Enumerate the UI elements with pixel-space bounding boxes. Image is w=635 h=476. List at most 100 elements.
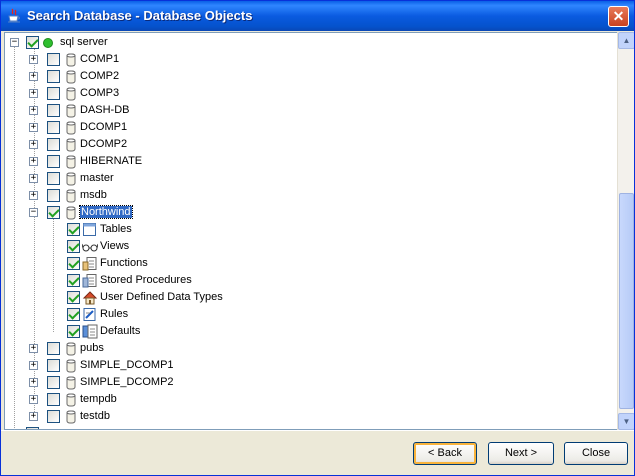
expand-toggle-icon[interactable]: + (29, 106, 38, 115)
collapse-toggle-icon[interactable]: − (10, 38, 19, 47)
tree-node-sql-server[interactable]: − sql server (5, 34, 605, 51)
scroll-up-arrow-icon[interactable]: ▲ (618, 32, 634, 49)
node-label: DCOMP2 (80, 138, 128, 150)
tree-node-object-type[interactable]: Tables (5, 221, 605, 238)
tree-node-database[interactable]: + msdb (5, 187, 605, 204)
tree-node-database[interactable]: + DASH-DB (5, 102, 605, 119)
tree-node-database[interactable]: + COMP2 (5, 68, 605, 85)
node-checkbox[interactable] (47, 70, 60, 83)
tree-node-object-type[interactable]: Views (5, 238, 605, 255)
expand-toggle-icon[interactable]: + (29, 123, 38, 132)
table-icon (82, 222, 98, 237)
tree-node-database[interactable]: + master (5, 170, 605, 187)
database-icon (63, 409, 79, 424)
node-checkbox[interactable] (47, 155, 60, 168)
database-objects-tree[interactable]: − sql server + COMP1 + COMP2 + COMP3 + DASH-DB + DC… (4, 32, 618, 430)
node-checkbox[interactable] (67, 274, 80, 287)
node-checkbox[interactable] (67, 257, 80, 270)
node-label: tempdb (80, 393, 117, 405)
database-icon (63, 103, 79, 118)
title-bar[interactable]: Search Database - Database Objects ✕ (1, 1, 634, 31)
database-icon (63, 120, 79, 135)
node-checkbox[interactable] (67, 325, 80, 338)
node-label: Defaults (100, 325, 141, 337)
expand-toggle-icon[interactable]: + (29, 174, 38, 183)
tree-node-object-type[interactable]: Defaults (5, 323, 605, 340)
tree-node-object-type[interactable]: Rules (5, 306, 605, 323)
expand-toggle-icon[interactable]: + (29, 395, 38, 404)
tree-node-database[interactable]: + tempdb (5, 391, 605, 408)
node-checkbox[interactable] (47, 121, 60, 134)
node-label: SIMPLE_DCOMP2 (80, 376, 174, 388)
tree-node-database[interactable]: + pubs (5, 340, 605, 357)
tree-node-object-type[interactable]: Stored Procedures (5, 272, 605, 289)
collapse-toggle-icon[interactable]: − (29, 208, 38, 217)
expand-toggle-icon[interactable]: + (29, 344, 38, 353)
expand-toggle-icon[interactable]: + (29, 140, 38, 149)
tree-node-database[interactable]: + SIMPLE_DCOMP2 (5, 374, 605, 391)
node-checkbox[interactable] (47, 376, 60, 389)
database-icon (63, 205, 79, 220)
node-checkbox[interactable] (47, 172, 60, 185)
node-label: msdb (80, 189, 107, 201)
expand-toggle-icon[interactable]: + (29, 89, 38, 98)
node-checkbox[interactable] (67, 291, 80, 304)
node-checkbox[interactable] (47, 53, 60, 66)
node-label: pubs (80, 342, 104, 354)
node-checkbox[interactable] (47, 359, 60, 372)
tree-node-object-type[interactable]: User Defined Data Types (5, 289, 605, 306)
node-label: DASH-DB (80, 104, 130, 116)
expand-toggle-icon[interactable]: + (29, 191, 38, 200)
node-checkbox[interactable] (67, 240, 80, 253)
expand-toggle-icon[interactable]: + (29, 55, 38, 64)
node-label: Northwind (79, 205, 133, 219)
next-button[interactable]: Next > (488, 442, 554, 465)
database-icon (63, 69, 79, 84)
node-checkbox[interactable] (47, 189, 60, 202)
node-checkbox[interactable] (47, 87, 60, 100)
database-icon (63, 188, 79, 203)
expand-toggle-icon[interactable]: + (29, 412, 38, 421)
node-label: testdb (80, 410, 110, 422)
tree-node-database[interactable]: + COMP3 (5, 85, 605, 102)
node-checkbox[interactable] (47, 410, 60, 423)
node-label: COMP1 (80, 53, 120, 65)
dialog-window: Search Database - Database Objects ✕ − sq… (0, 0, 635, 476)
database-icon (63, 154, 79, 169)
tree-node-database[interactable]: + DCOMP2 (5, 136, 605, 153)
vertical-scrollbar[interactable]: ▲ ▼ (617, 32, 634, 430)
tree-node-database[interactable]: + testdb (5, 408, 605, 425)
tree-node-database[interactable]: + SIMPLE_DCOMP1 (5, 357, 605, 374)
node-checkbox[interactable] (47, 138, 60, 151)
window-close-button[interactable]: ✕ (608, 6, 629, 27)
node-checkbox[interactable] (67, 308, 80, 321)
tree-node-database[interactable]: − Northwind (5, 204, 605, 221)
tree-node-database[interactable]: + COMP1 (5, 51, 605, 68)
expand-toggle-icon[interactable]: + (29, 378, 38, 387)
database-icon (63, 52, 79, 67)
node-label: COMP3 (80, 87, 120, 99)
back-button[interactable]: < Back (413, 442, 477, 465)
tree-node-database[interactable]: + HIBERNATE (5, 153, 605, 170)
node-checkbox[interactable] (47, 393, 60, 406)
close-button[interactable]: Close (564, 442, 628, 465)
node-checkbox[interactable] (67, 223, 80, 236)
node-checkbox[interactable] (47, 206, 60, 219)
node-checkbox[interactable] (47, 104, 60, 117)
tree-node-object-type[interactable]: Functions (5, 255, 605, 272)
tree-node-database[interactable]: + DCOMP1 (5, 119, 605, 136)
node-label: Rules (100, 308, 129, 320)
expand-toggle-icon[interactable]: + (29, 72, 38, 81)
node-label: DCOMP1 (80, 121, 128, 133)
database-icon (63, 358, 79, 373)
node-checkbox[interactable] (47, 342, 60, 355)
node-label: User Defined Data Types (100, 291, 223, 303)
node-checkbox[interactable] (26, 36, 39, 49)
scrollbar-thumb[interactable] (619, 193, 634, 409)
expand-toggle-icon[interactable]: + (29, 157, 38, 166)
node-label: sql server (60, 36, 108, 48)
node-label: COMP2 (80, 70, 120, 82)
scroll-down-arrow-icon[interactable]: ▼ (618, 413, 634, 430)
expand-toggle-icon[interactable]: + (29, 361, 38, 370)
defaults-icon (82, 324, 98, 339)
